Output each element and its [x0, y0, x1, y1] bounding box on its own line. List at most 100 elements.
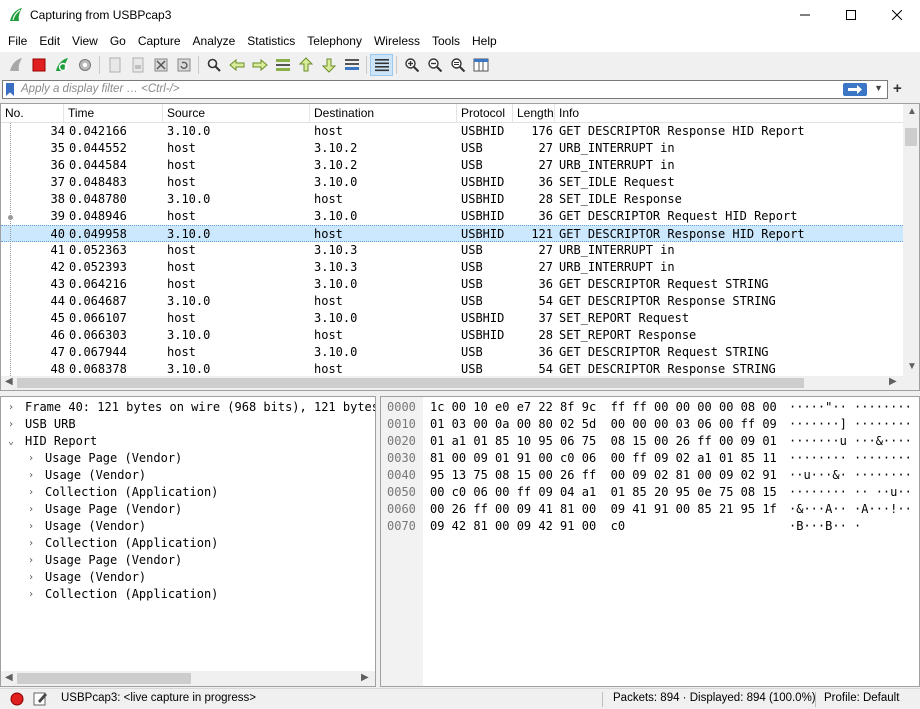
stop-capture-button[interactable] [27, 54, 50, 76]
auto-scroll-button[interactable] [340, 54, 363, 76]
column-header-length[interactable]: Length [513, 104, 555, 123]
detail-tree-item[interactable]: › Usage (Vendor) [1, 569, 371, 586]
resize-columns-button[interactable] [469, 54, 492, 76]
go-back-button[interactable] [225, 54, 248, 76]
menu-go[interactable]: Go [104, 30, 132, 52]
chevron-right-icon[interactable]: › [25, 569, 37, 586]
scroll-up-icon[interactable]: ▲ [907, 106, 917, 117]
menu-help[interactable]: Help [466, 30, 503, 52]
scrollbar-thumb[interactable] [17, 673, 191, 684]
scroll-left-icon[interactable]: ◀ [5, 672, 13, 683]
scroll-left-icon[interactable]: ◀ [5, 376, 13, 387]
column-header-time[interactable]: Time [64, 104, 163, 123]
colorize-button[interactable] [370, 53, 393, 76]
detail-tree-item[interactable]: › Usage Page (Vendor) [1, 450, 371, 467]
packet-list-horizontal-scrollbar[interactable]: ◀ ▶ [1, 376, 919, 390]
chevron-down-icon[interactable]: ⌄ [5, 433, 17, 450]
packet-row[interactable]: 43 0.064216 host 3.10.0 USB 36 GET DESCRIPTOR … [1, 276, 903, 293]
chevron-right-icon[interactable]: › [25, 552, 37, 569]
chevron-right-icon[interactable]: › [25, 501, 37, 518]
scroll-right-icon[interactable]: ▶ [361, 672, 369, 683]
find-packet-button[interactable] [202, 54, 225, 76]
scroll-right-icon[interactable]: ▶ [889, 376, 897, 387]
close-button[interactable] [874, 0, 920, 30]
packet-row[interactable]: 42 0.052393 host 3.10.3 USB 27 URB_INTERRUPT i… [1, 259, 903, 276]
capture-status-icon[interactable] [10, 692, 24, 706]
reload-file-button[interactable] [172, 54, 195, 76]
packet-row[interactable]: 48 0.068378 3.10.0 host USB 54 GET DESCRIPTOR … [1, 361, 903, 376]
column-header-protocol[interactable]: Protocol [457, 104, 513, 123]
go-first-button[interactable] [294, 54, 317, 76]
chevron-right-icon[interactable]: › [25, 450, 37, 467]
profile-text[interactable]: Profile: Default [824, 692, 899, 704]
scroll-down-icon[interactable]: ▼ [907, 361, 917, 372]
zoom-in-button[interactable] [400, 54, 423, 76]
go-to-packet-button[interactable] [271, 54, 294, 76]
packet-row[interactable]: 36 0.044584 host 3.10.2 USB 27 URB_INTERRUPT i… [1, 157, 903, 174]
column-header-destination[interactable]: Destination [310, 104, 457, 123]
packet-row[interactable]: 46 0.066303 3.10.0 host USBHID 28 SET_REPORT R… [1, 327, 903, 344]
packet-row[interactable]: 41 0.052363 host 3.10.3 USB 27 URB_INTERRUPT i… [1, 242, 903, 259]
menu-file[interactable]: File [2, 30, 33, 52]
restart-capture-button[interactable] [50, 54, 73, 76]
packet-row[interactable]: 35 0.044552 host 3.10.2 USB 27 URB_INTERRUPT i… [1, 140, 903, 157]
start-capture-button[interactable] [4, 54, 27, 76]
menu-statistics[interactable]: Statistics [241, 30, 301, 52]
packet-row[interactable]: 44 0.064687 3.10.0 host USB 54 GET DESCRIPTOR … [1, 293, 903, 310]
chevron-right-icon[interactable]: › [25, 484, 37, 501]
detail-tree-item[interactable]: ⌄ HID Report [1, 433, 371, 450]
menu-edit[interactable]: Edit [33, 30, 66, 52]
apply-filter-button[interactable] [843, 83, 867, 96]
open-file-button[interactable] [103, 54, 126, 76]
details-horizontal-scrollbar[interactable]: ◀ ▶ [1, 671, 375, 686]
detail-tree-item[interactable]: › USB URB [1, 416, 371, 433]
menu-capture[interactable]: Capture [132, 30, 187, 52]
detail-tree-item[interactable]: › Collection (Application) [1, 535, 371, 552]
capture-options-button[interactable] [73, 54, 96, 76]
packet-row[interactable]: 34 0.042166 3.10.0 host USBHID 176 GET DESCRIP… [1, 123, 903, 140]
column-header-no[interactable]: No. [1, 104, 64, 123]
display-filter-input[interactable]: Apply a display filter … <Ctrl-/> ▼ [2, 80, 888, 99]
zoom-normal-button[interactable] [446, 54, 469, 76]
close-file-button[interactable] [149, 54, 172, 76]
scrollbar-thumb[interactable] [905, 128, 917, 146]
chevron-right-icon[interactable]: › [5, 416, 17, 433]
scrollbar-thumb[interactable] [17, 378, 804, 388]
zoom-out-button[interactable] [423, 54, 446, 76]
maximize-button[interactable] [828, 0, 874, 30]
column-header-source[interactable]: Source [163, 104, 310, 123]
menu-tools[interactable]: Tools [426, 30, 466, 52]
packet-row[interactable]: 37 0.048483 host 3.10.0 USBHID 36 SET_IDLE Req… [1, 174, 903, 191]
chevron-right-icon[interactable]: › [25, 467, 37, 484]
detail-tree-item[interactable]: › Usage Page (Vendor) [1, 501, 371, 518]
chevron-right-icon[interactable]: › [25, 586, 37, 603]
chevron-right-icon[interactable]: › [5, 399, 17, 416]
go-forward-button[interactable] [248, 54, 271, 76]
packet-row[interactable]: 38 0.048780 3.10.0 host USBHID 28 SET_IDLE Res… [1, 191, 903, 208]
detail-tree-item[interactable]: › Collection (Application) [1, 484, 371, 501]
save-file-button[interactable] [126, 54, 149, 76]
detail-tree-item[interactable]: › Usage (Vendor) [1, 518, 371, 535]
detail-tree-item[interactable]: › Usage Page (Vendor) [1, 552, 371, 569]
detail-tree-item[interactable]: › Frame 40: 121 bytes on wire (968 bits),… [1, 399, 375, 416]
packet-row-selected[interactable]: 40 0.049958 3.10.0 host USBHID 121 GET DESCRIP… [1, 225, 903, 242]
bookmark-icon[interactable] [6, 83, 14, 96]
chevron-right-icon[interactable]: › [25, 535, 37, 552]
capture-comment-icon[interactable] [33, 691, 48, 706]
menu-view[interactable]: View [66, 30, 104, 52]
chevron-right-icon[interactable]: › [25, 518, 37, 535]
add-filter-button[interactable]: + [893, 80, 902, 97]
packet-list-vertical-scrollbar[interactable]: ▲ ▼ [903, 104, 919, 376]
minimize-button[interactable] [782, 0, 828, 30]
packet-row[interactable]: 39 0.048946 host 3.10.0 USBHID 36 GET DESCRIPT… [1, 208, 903, 225]
packet-row[interactable]: 47 0.067944 host 3.10.0 USB 36 GET DESCRIPTOR … [1, 344, 903, 361]
detail-tree-item[interactable]: › Collection (Application) [1, 586, 371, 603]
chevron-down-icon[interactable]: ▼ [874, 83, 883, 93]
menu-wireless[interactable]: Wireless [368, 30, 426, 52]
go-last-button[interactable] [317, 54, 340, 76]
detail-tree-item[interactable]: › Usage (Vendor) [1, 467, 371, 484]
menu-analyze[interactable]: Analyze [187, 30, 242, 52]
packet-row[interactable]: 45 0.066107 host 3.10.0 USBHID 37 SET_REPORT R… [1, 310, 903, 327]
column-header-info[interactable]: Info [555, 104, 903, 123]
menu-telephony[interactable]: Telephony [301, 30, 368, 52]
